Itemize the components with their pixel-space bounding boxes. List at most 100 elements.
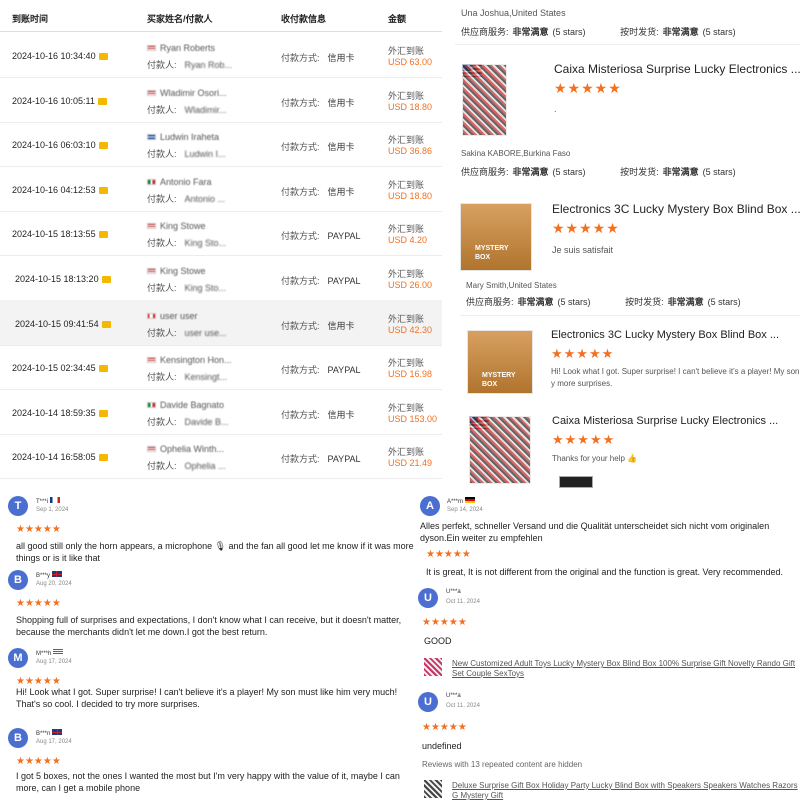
stars-text: (5 stars) [552,27,586,37]
review-card: A A***m Sep 14, 2024 Alles perfekt, schn… [418,494,800,584]
payer-label: 付款人: [147,149,177,160]
payer-name: user use... [184,327,227,338]
review-photo-thumbnail[interactable] [559,476,593,488]
payer: 付款人: Antonio ... [147,192,225,205]
product-image[interactable] [469,416,531,484]
payer: 付款人: Ryan Rob... [147,58,232,71]
rating-label: 按时发货: [620,27,659,37]
table-row[interactable]: 2024-10-15 02:34:45 Kensington Hon... 付款人:… [0,344,442,391]
country-flag-icon [51,571,62,577]
table-row[interactable]: 2024-10-14 16:58:05 Ophelia Winth... 付款人: O… [0,433,442,480]
hidden-reviews-note[interactable]: Reviews with 13 repeated content are hid… [422,760,582,769]
payer: 付款人: Davide B... [147,415,229,428]
crown-icon [98,53,108,60]
product-link[interactable]: Deluxe Surprise Gift Box Holiday Party L… [452,781,800,800]
stars-text: (5 stars) [702,27,736,37]
method-value: 信用卡 [327,53,355,63]
avatar: M [8,648,28,668]
mx-flag-icon [147,178,156,185]
payer: 付款人: Ophelia ... [147,459,226,472]
table-row[interactable]: 2024-10-16 10:05:11 Wladimir Osori... 付款人:… [0,77,442,123]
reviewer-name: Sakina KABORE,Burkina Faso [461,149,571,158]
review-date: Oct 11, 2024 [446,703,480,709]
ca-flag-icon [147,312,156,319]
payment-date: 2024-10-15 18:13:55 [12,229,108,239]
buyer-name: King Stowe [147,266,206,276]
payer-name: Ryan Rob... [184,60,233,70]
us-flag-icon [147,268,156,274]
product-image[interactable] [460,203,532,271]
review-text: I got 5 boxes, not the ones I wanted the… [16,771,400,793]
product-thumbnail[interactable] [424,780,442,798]
review-text: Thanks for your help 👍 [552,454,638,463]
date-text: 2024-10-15 09:41:54 [15,318,99,329]
product-title[interactable]: Electronics 3C Lucky Mystery Box Blind B… [551,329,779,341]
method-label: 付款方式: [281,276,320,286]
buyer-name-text: Ludwin Iraheta [160,132,220,143]
method-value: PAYPAL [327,231,361,242]
product-title[interactable]: Electronics 3C Lucky Mystery Box Blind B… [552,202,800,216]
country-flag-icon [52,729,63,735]
buyer-name-text: Kensington Hon... [160,355,232,366]
payment-date: 2024-10-14 18:59:35 [12,408,108,418]
payment-date: 2024-10-14 16:58:05 [12,452,108,462]
review-card: U U***a Oct 11, 2024 ★★★★★ GOOD New Cust… [416,586,800,686]
payer: 付款人: Ludwin I... [147,147,226,160]
table-row[interactable]: 2024-10-15 18:13:55 King Stowe 付款人: King St… [0,210,442,257]
method-label: 付款方式: [281,142,320,153]
product-thumbnail[interactable] [424,658,442,676]
de-flag-icon [464,497,475,503]
payment-date: 2024-10-15 18:13:20 [15,274,111,284]
buyer-name-text: King Stowe [160,221,206,232]
table-row[interactable]: 2024-10-15 09:41:54 user user 付款人: user use… [0,299,442,346]
reviewer-name: M***h [36,649,64,657]
rating-stars: ★★★★★ [552,220,620,236]
method-label: 付款方式: [281,186,320,197]
reviewer-name-text: B***y [36,573,51,579]
table-row[interactable]: 2024-10-16 10:34:40 Ryan Roberts 付款人: Ryan … [0,32,442,78]
rating-label: 供应商服务: [461,167,509,177]
rating-value: 非常满意 [662,27,699,37]
review-text: Alles perfekt, schneller Versand und die… [420,521,770,543]
payer-name: Wladimir... [184,104,227,115]
rating-value: 非常满意 [512,27,549,37]
avatar: A [420,496,440,516]
review-date: Sep 1, 2024 [36,507,69,513]
buyer-name-text: Davide Bagnato [160,399,225,410]
payment-date: 2024-10-16 10:34:40 [12,51,108,61]
product-image[interactable] [467,330,533,394]
fx-label: 外汇到账 [388,179,425,190]
buyer-name-text: Ryan Roberts [160,43,216,53]
table-row[interactable]: 2024-10-16 04:12:53 Antonio Fara 付款人: Anton… [0,166,442,212]
payment-method: 付款方式: 信用卡 [281,140,355,153]
payer-name: King Sto... [184,238,227,249]
sv-flag-icon [147,134,156,141]
reviewer-name: A***m [447,497,475,505]
review-card: U U***a Oct 11, 2024 ★★★★★ undefined Rev… [416,690,800,800]
header-method: 收付款信息 [281,14,327,24]
rating-value: 非常满意 [512,167,549,177]
method-value: PAYPAL [327,276,361,286]
product-title[interactable]: Caixa Misteriosa Surprise Lucky Electron… [554,62,800,76]
table-row[interactable]: 2024-10-15 18:13:20 King Stowe 付款人: King St… [0,255,442,301]
buyer-name: King Stowe [147,221,206,231]
product-link[interactable]: New Customized Adult Toys Lucky Mystery … [452,659,800,679]
table-row[interactable]: 2024-10-16 06:03:10 Ludwin Iraheta 付款人: Lud… [0,121,442,168]
product-title[interactable]: Caixa Misteriosa Surprise Lucky Electron… [552,415,778,427]
table-row[interactable]: 2024-10-14 18:59:35 Davide Bagnato 付款人: Dav… [0,389,442,435]
review-date: Aug 17, 2024 [36,739,72,745]
payer-label: 付款人: [147,416,177,427]
product-image[interactable] [462,64,507,136]
buyer-name: user user [147,311,198,321]
payment-date: 2024-10-16 04:12:53 [12,185,108,195]
rating-label: 供应商服务: [466,297,514,307]
rating-line: 供应商服务: 非常满意 (5 stars) 按时发货: 非常满意 (5 stars) [466,295,741,308]
rating-label: 按时发货: [625,297,664,307]
review-text: all good still only the horn appears, a … [16,541,414,563]
crown-icon [98,186,108,194]
review-text: GOOD [424,636,452,646]
fx-label: 外汇到账 [388,46,425,56]
payer-label: 付款人: [147,60,177,70]
payment-method: 付款方式: PAYPAL [281,274,361,287]
rating-stars: ★★★★★ [16,598,61,609]
